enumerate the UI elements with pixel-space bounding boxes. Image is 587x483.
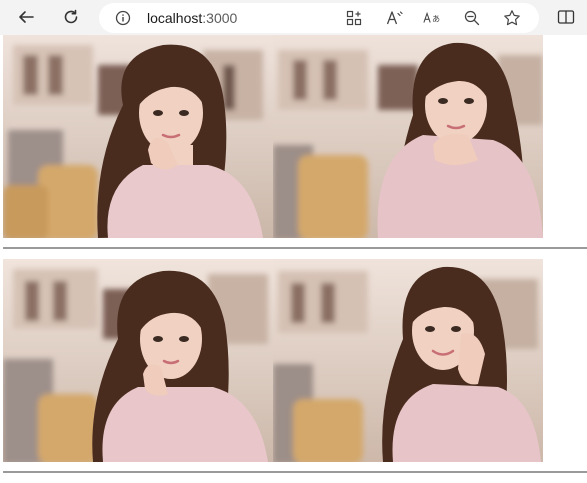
zoom-out-icon[interactable] <box>463 9 481 27</box>
gallery-photo[interactable] <box>273 259 543 462</box>
url-text[interactable]: localhost:3000 <box>147 10 237 26</box>
info-icon[interactable] <box>115 10 131 26</box>
svg-text:あ: あ <box>432 14 440 24</box>
url-host: localhost <box>147 10 203 26</box>
gallery-photo[interactable] <box>273 35 543 238</box>
address-bar[interactable]: localhost:3000 あ <box>99 3 539 33</box>
browser-toolbar: localhost:3000 あ <box>0 0 587 35</box>
gallery-photo[interactable] <box>3 35 273 238</box>
row-divider <box>3 247 587 249</box>
read-aloud-icon[interactable] <box>386 9 404 27</box>
favorite-star-icon[interactable] <box>503 9 521 27</box>
split-screen-icon[interactable] <box>552 4 580 30</box>
translate-icon[interactable]: あ <box>423 9 441 27</box>
row-divider <box>3 471 587 473</box>
refresh-icon[interactable] <box>57 4 85 30</box>
page-content <box>0 35 587 483</box>
url-port: :3000 <box>202 10 238 26</box>
back-arrow-icon[interactable] <box>12 4 40 30</box>
app-available-icon[interactable] <box>345 9 363 27</box>
gallery-photo[interactable] <box>3 259 273 462</box>
gallery-row <box>3 35 543 238</box>
gallery-row <box>3 259 543 462</box>
